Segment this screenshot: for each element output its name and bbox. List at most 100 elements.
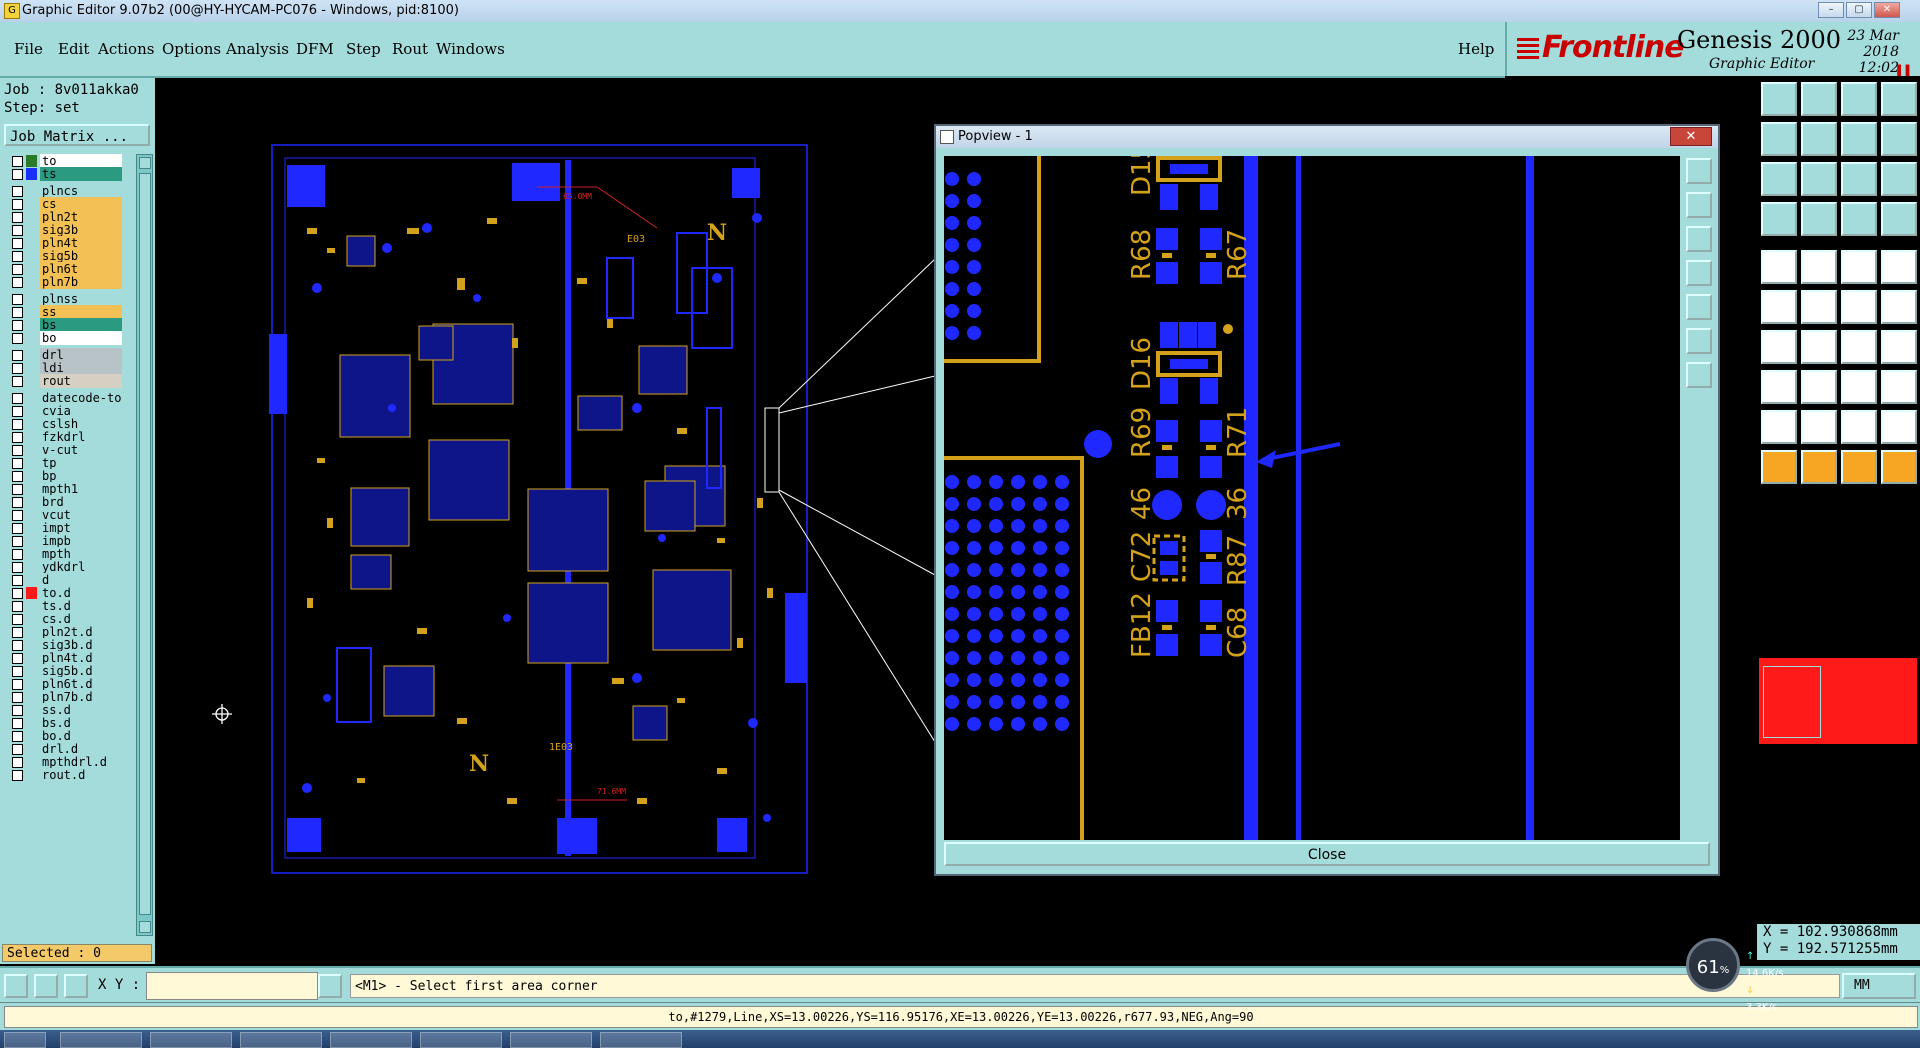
pointer-icon[interactable]	[1841, 450, 1877, 484]
zoom-area-icon[interactable]	[1801, 162, 1837, 196]
pick-icon[interactable]	[1801, 450, 1837, 484]
layer-icon[interactable]	[1761, 202, 1797, 236]
layer-checkbox[interactable]	[12, 393, 23, 404]
layer-checkbox[interactable]	[12, 484, 23, 495]
layer-checkbox[interactable]	[12, 510, 23, 521]
menu-rout[interactable]: Rout	[392, 40, 428, 58]
layer-row[interactable]: rout	[4, 374, 124, 388]
layer-row[interactable]: bp	[4, 469, 124, 483]
measure-tool-icon[interactable]	[1841, 202, 1877, 236]
bracket-icon[interactable]	[1881, 330, 1917, 364]
layer-checkbox[interactable]	[12, 186, 23, 197]
move-icon[interactable]	[1761, 290, 1797, 324]
menu-options[interactable]: Options	[162, 40, 221, 58]
taskbar-app-5[interactable]	[420, 1032, 502, 1048]
open-job-icon[interactable]	[1761, 82, 1797, 116]
menu-step[interactable]: Step	[346, 40, 381, 58]
layer-row[interactable]: cs.d	[4, 612, 124, 626]
layer-checkbox[interactable]	[12, 199, 23, 210]
layer-row[interactable]: ts	[4, 167, 124, 181]
popview-zoom-in-icon[interactable]	[1686, 158, 1712, 184]
layer-row[interactable]: cs	[4, 197, 124, 211]
layer-checkbox[interactable]	[12, 350, 23, 361]
popview-window[interactable]: Popview - 1 ✕ D15 R68 R67 D16 R69 R71 46…	[934, 124, 1720, 876]
menu-windows[interactable]: Windows	[436, 40, 505, 58]
layer-row[interactable]: drl	[4, 348, 124, 362]
start-button[interactable]	[4, 1032, 46, 1048]
close-window-button[interactable]: ✕	[1874, 2, 1900, 18]
layer-row[interactable]: bo	[4, 331, 124, 345]
layer-checkbox[interactable]	[12, 264, 23, 275]
layer-row[interactable]: pln4t	[4, 236, 124, 250]
layer-row[interactable]: d	[4, 573, 124, 587]
taskbar-app-3[interactable]	[240, 1032, 322, 1048]
layer-row[interactable]: sig3b	[4, 223, 124, 237]
layer-checkbox[interactable]	[12, 549, 23, 560]
arc-icon[interactable]	[1841, 330, 1877, 364]
layer-checkbox[interactable]	[12, 363, 23, 374]
layer-row[interactable]: bo.d	[4, 729, 124, 743]
layer-row[interactable]: vcut	[4, 508, 124, 522]
layer-checkbox[interactable]	[12, 705, 23, 716]
popview-center-icon[interactable]	[1686, 362, 1712, 388]
layer-row[interactable]: sig5b	[4, 249, 124, 263]
layer-checkbox[interactable]	[12, 692, 23, 703]
layer-list-scrollbar[interactable]	[136, 154, 153, 936]
ruler-icon[interactable]	[1841, 250, 1877, 284]
popview-pan-icon[interactable]	[1686, 226, 1712, 252]
route-icon[interactable]	[1881, 290, 1917, 324]
taskbar-app-7[interactable]	[600, 1032, 682, 1048]
dash-icon[interactable]	[1801, 370, 1837, 404]
popview-home-icon[interactable]	[1686, 260, 1712, 286]
menu-edit[interactable]: Edit	[58, 40, 89, 58]
group-icon[interactable]	[1881, 370, 1917, 404]
layer-checkbox[interactable]	[12, 627, 23, 638]
layer-row[interactable]: impt	[4, 521, 124, 535]
layer-checkbox[interactable]	[12, 225, 23, 236]
grid-toggle-icon[interactable]	[1801, 202, 1837, 236]
layer-row[interactable]: rout.d	[4, 768, 124, 782]
layer-row[interactable]: pln2t.d	[4, 625, 124, 639]
menu-help[interactable]: Help	[1458, 40, 1494, 58]
scale-1-2-icon[interactable]	[1841, 162, 1877, 196]
layer-checkbox[interactable]	[12, 251, 23, 262]
scroll-down-arrow-icon[interactable]	[139, 921, 151, 933]
layer-checkbox[interactable]	[12, 653, 23, 664]
xy-input[interactable]	[146, 972, 318, 1000]
layer-checkbox[interactable]	[12, 536, 23, 547]
taskbar-app-6[interactable]	[510, 1032, 592, 1048]
layer-row[interactable]: cslsh	[4, 417, 124, 431]
layer-row[interactable]: cvia	[4, 404, 124, 418]
popview-zoom-drawing[interactable]: D15 R68 R67 D16 R69 R71 46 36 C72 R87 FB…	[944, 156, 1680, 840]
layer-checkbox[interactable]	[12, 419, 23, 430]
layer-row[interactable]: sig5b.d	[4, 664, 124, 678]
maximize-button[interactable]: ▢	[1846, 2, 1872, 18]
add-pad-icon[interactable]	[1761, 250, 1797, 284]
copy-icon[interactable]	[1761, 122, 1797, 156]
taskbar-app-2[interactable]	[150, 1032, 232, 1048]
layer-row[interactable]: to.d	[4, 586, 124, 600]
triangle-icon[interactable]	[1761, 410, 1797, 444]
layer-checkbox[interactable]	[12, 588, 23, 599]
shape-a-icon[interactable]	[1841, 410, 1877, 444]
scroll-thumb[interactable]	[139, 173, 151, 915]
layer-row[interactable]: mpth	[4, 547, 124, 561]
layer-row[interactable]: mpth1	[4, 482, 124, 496]
layer-checkbox[interactable]	[12, 445, 23, 456]
layer-row[interactable]: pln7b	[4, 275, 124, 289]
window-icon[interactable]	[1881, 82, 1917, 116]
taskbar-app-4[interactable]	[330, 1032, 412, 1048]
line-icon[interactable]	[1761, 330, 1797, 364]
layer-checkbox[interactable]	[12, 731, 23, 742]
undo-icon[interactable]	[1841, 122, 1877, 156]
layer-row[interactable]: bs.d	[4, 716, 124, 730]
layer-row[interactable]: ydkdrl	[4, 560, 124, 574]
menu-actions[interactable]: Actions	[98, 40, 154, 58]
layer-checkbox[interactable]	[12, 156, 23, 167]
layer-checkbox[interactable]	[12, 562, 23, 573]
layer-checkbox[interactable]	[12, 718, 23, 729]
paste-icon[interactable]	[1801, 122, 1837, 156]
layer-checkbox[interactable]	[12, 307, 23, 318]
slash-icon[interactable]	[1801, 330, 1837, 364]
cross-icon[interactable]	[1801, 290, 1837, 324]
